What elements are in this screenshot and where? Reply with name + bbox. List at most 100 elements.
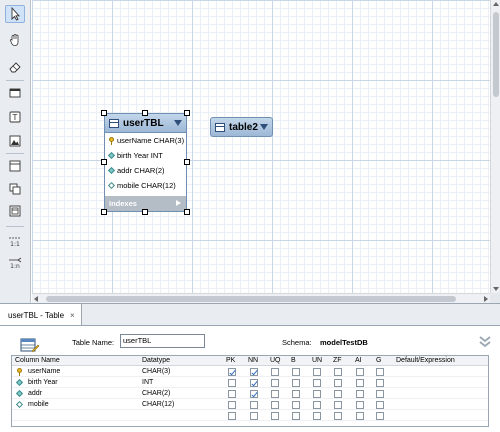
routine-tool-button[interactable] — [5, 202, 25, 220]
header-zf[interactable]: ZF — [333, 356, 342, 366]
datatype-cell[interactable]: CHAR(3) — [142, 367, 170, 377]
table-row[interactable]: mobile CHAR(12) — [12, 400, 488, 410]
flag-checkbox[interactable] — [313, 390, 321, 398]
resize-handle[interactable] — [142, 110, 148, 116]
pointer-tool-button[interactable] — [5, 5, 25, 23]
flag-checkbox[interactable] — [313, 401, 321, 409]
chevron-down-icon[interactable] — [260, 124, 268, 130]
header-column-name[interactable]: Column Name — [15, 356, 60, 366]
view-tool-button[interactable] — [5, 180, 25, 198]
header-uq[interactable]: UQ — [270, 356, 281, 366]
chevron-down-icon[interactable] — [174, 120, 182, 126]
flag-checkbox[interactable] — [250, 368, 258, 376]
header-g[interactable]: G — [376, 356, 381, 366]
datatype-cell[interactable]: INT — [142, 378, 153, 388]
flag-checkbox[interactable] — [250, 412, 258, 420]
resize-handle[interactable] — [101, 209, 107, 215]
column-name-cell[interactable]: addr — [28, 389, 42, 399]
flag-checkbox[interactable] — [334, 401, 342, 409]
entity-usertbl[interactable]: userTBL userName CHAR(3) birth Year INT … — [104, 113, 187, 212]
column-name-cell[interactable]: userName — [28, 367, 60, 377]
flag-checkbox[interactable] — [292, 368, 300, 376]
header-pk[interactable]: PK — [226, 356, 235, 366]
flag-checkbox[interactable] — [228, 412, 236, 420]
entity-column[interactable]: mobile CHAR(12) — [105, 178, 186, 193]
flag-checkbox[interactable] — [292, 390, 300, 398]
flag-checkbox[interactable] — [228, 379, 236, 387]
flag-checkbox[interactable] — [334, 368, 342, 376]
scroll-left-icon[interactable] — [34, 296, 38, 302]
close-icon[interactable]: × — [70, 311, 75, 320]
header-ai[interactable]: AI — [355, 356, 362, 366]
table-row[interactable]: addr CHAR(2) — [12, 389, 488, 399]
relationship-1-1-button[interactable]: 1:1 — [5, 232, 25, 250]
hand-tool-button[interactable] — [5, 31, 25, 49]
flag-checkbox[interactable] — [334, 379, 342, 387]
scroll-thumb[interactable] — [493, 12, 499, 97]
column-name-cell[interactable]: mobile — [28, 400, 49, 410]
flag-checkbox[interactable] — [356, 390, 364, 398]
flag-checkbox[interactable] — [376, 368, 384, 376]
flag-checkbox[interactable] — [228, 401, 236, 409]
flag-checkbox[interactable] — [271, 412, 279, 420]
tab-usertbl-table[interactable]: userTBL - Table × — [0, 304, 82, 326]
header-nn[interactable]: NN — [248, 356, 258, 366]
default-expression-cell[interactable] — [396, 378, 486, 388]
header-datatype[interactable]: Datatype — [142, 356, 170, 366]
diagram-canvas[interactable] — [32, 0, 490, 293]
entity-header[interactable]: userTBL — [105, 114, 186, 133]
resize-handle[interactable] — [142, 209, 148, 215]
chevron-right-icon[interactable] — [176, 200, 181, 206]
datatype-cell[interactable]: CHAR(2) — [142, 389, 170, 399]
scroll-thumb[interactable] — [46, 296, 456, 302]
default-expression-cell[interactable] — [396, 411, 486, 421]
image-tool-button[interactable] — [5, 132, 25, 150]
entity-column[interactable]: birth Year INT — [105, 148, 186, 163]
flag-checkbox[interactable] — [376, 401, 384, 409]
entity-column[interactable]: userName CHAR(3) — [105, 133, 186, 148]
resize-handle[interactable] — [101, 159, 107, 165]
table-row[interactable]: userName CHAR(3) — [12, 367, 488, 377]
resize-handle[interactable] — [184, 159, 190, 165]
table-tool-button[interactable] — [5, 157, 25, 175]
table-name-input[interactable]: userTBL — [120, 334, 205, 348]
flag-checkbox[interactable] — [271, 379, 279, 387]
table-row[interactable]: birth Year INT — [12, 378, 488, 388]
layer-tool-button[interactable] — [5, 84, 25, 102]
flag-checkbox[interactable] — [292, 379, 300, 387]
scroll-right-icon[interactable] — [484, 296, 488, 302]
flag-checkbox[interactable] — [271, 390, 279, 398]
resize-handle[interactable] — [101, 110, 107, 116]
entity-table2[interactable]: table2 — [210, 117, 273, 137]
flag-checkbox[interactable] — [376, 379, 384, 387]
flag-checkbox[interactable] — [271, 368, 279, 376]
flag-checkbox[interactable] — [356, 412, 364, 420]
entity-column[interactable]: addr CHAR(2) — [105, 163, 186, 178]
flag-checkbox[interactable] — [376, 412, 384, 420]
flag-checkbox[interactable] — [313, 412, 321, 420]
flag-checkbox[interactable] — [228, 368, 236, 376]
flag-checkbox[interactable] — [228, 390, 236, 398]
flag-checkbox[interactable] — [334, 412, 342, 420]
text-tool-button[interactable]: T — [5, 108, 25, 126]
flag-checkbox[interactable] — [313, 368, 321, 376]
flag-checkbox[interactable] — [250, 379, 258, 387]
collapse-chevron-icon[interactable] — [478, 335, 492, 349]
header-default[interactable]: Default/Expression — [396, 356, 455, 366]
flag-checkbox[interactable] — [334, 390, 342, 398]
flag-checkbox[interactable] — [271, 401, 279, 409]
flag-checkbox[interactable] — [292, 401, 300, 409]
eraser-tool-button[interactable] — [5, 58, 25, 76]
column-name-cell[interactable]: birth Year — [28, 378, 58, 388]
default-expression-cell[interactable] — [396, 400, 486, 410]
flag-checkbox[interactable] — [292, 412, 300, 420]
datatype-cell[interactable]: CHAR(12) — [142, 400, 174, 410]
flag-checkbox[interactable] — [250, 401, 258, 409]
flag-checkbox[interactable] — [356, 401, 364, 409]
default-expression-cell[interactable] — [396, 389, 486, 399]
scroll-down-icon[interactable] — [493, 287, 499, 291]
scroll-up-icon[interactable] — [493, 2, 499, 6]
vertical-scrollbar[interactable] — [490, 0, 500, 293]
flag-checkbox[interactable] — [376, 390, 384, 398]
flag-checkbox[interactable] — [356, 368, 364, 376]
